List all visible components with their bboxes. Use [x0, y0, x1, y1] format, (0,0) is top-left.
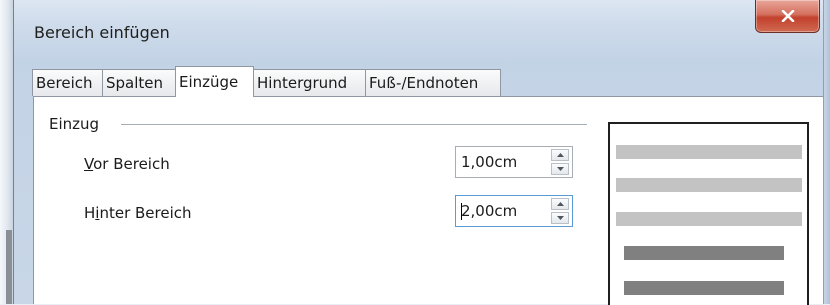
close-button[interactable] — [755, 0, 820, 33]
tab-spalten[interactable]: Spalten — [102, 69, 176, 96]
indent-preview — [608, 122, 809, 305]
group-label-einzug: Einzug — [49, 115, 100, 133]
spin-down-icon — [556, 167, 564, 171]
tab-fuss-endnoten[interactable]: Fuß-/Endnoten — [365, 69, 501, 96]
tab-einzuege[interactable]: Einzüge — [175, 66, 254, 97]
tab-bereich[interactable]: Bereich — [32, 69, 103, 96]
spin-down-button[interactable] — [551, 212, 569, 224]
vor-bereich-value[interactable]: 1,00cm — [461, 153, 517, 171]
label-hinter-bereich: Hinter Bereich — [84, 204, 192, 222]
tab-hintergrund[interactable]: Hintergrund — [253, 69, 366, 96]
spin-up-icon — [556, 153, 564, 157]
dialog-window: Bereich einfügen Bereich Spalten Einzüge… — [13, 0, 830, 305]
preview-line — [616, 178, 802, 192]
preview-section-line — [624, 246, 784, 260]
preview-line — [616, 212, 802, 226]
close-icon — [781, 10, 794, 22]
label-vor-bereich: Vor Bereich — [84, 155, 170, 173]
group-separator — [121, 124, 587, 125]
spin-up-icon — [556, 202, 564, 206]
spin-up-button[interactable] — [551, 198, 569, 210]
hinter-bereich-value[interactable]: 2,00cm — [461, 202, 517, 220]
spin-down-icon — [556, 216, 564, 220]
background-scrollbar — [6, 230, 12, 304]
spin-up-button[interactable] — [551, 149, 569, 161]
background-window-edge — [0, 0, 13, 304]
dialog-title: Bereich einfügen — [34, 23, 170, 42]
spin-down-button[interactable] — [551, 163, 569, 175]
preview-section-line — [624, 281, 784, 295]
vor-bereich-spinbox[interactable]: 1,00cm — [455, 146, 573, 178]
window-border — [823, 0, 830, 304]
hinter-bereich-spinbox[interactable]: 2,00cm — [455, 195, 573, 227]
tab-panel-einzuege: Einzug Vor Bereich 1,00cm Hinter Bereich… — [33, 96, 826, 305]
preview-line — [616, 145, 802, 159]
